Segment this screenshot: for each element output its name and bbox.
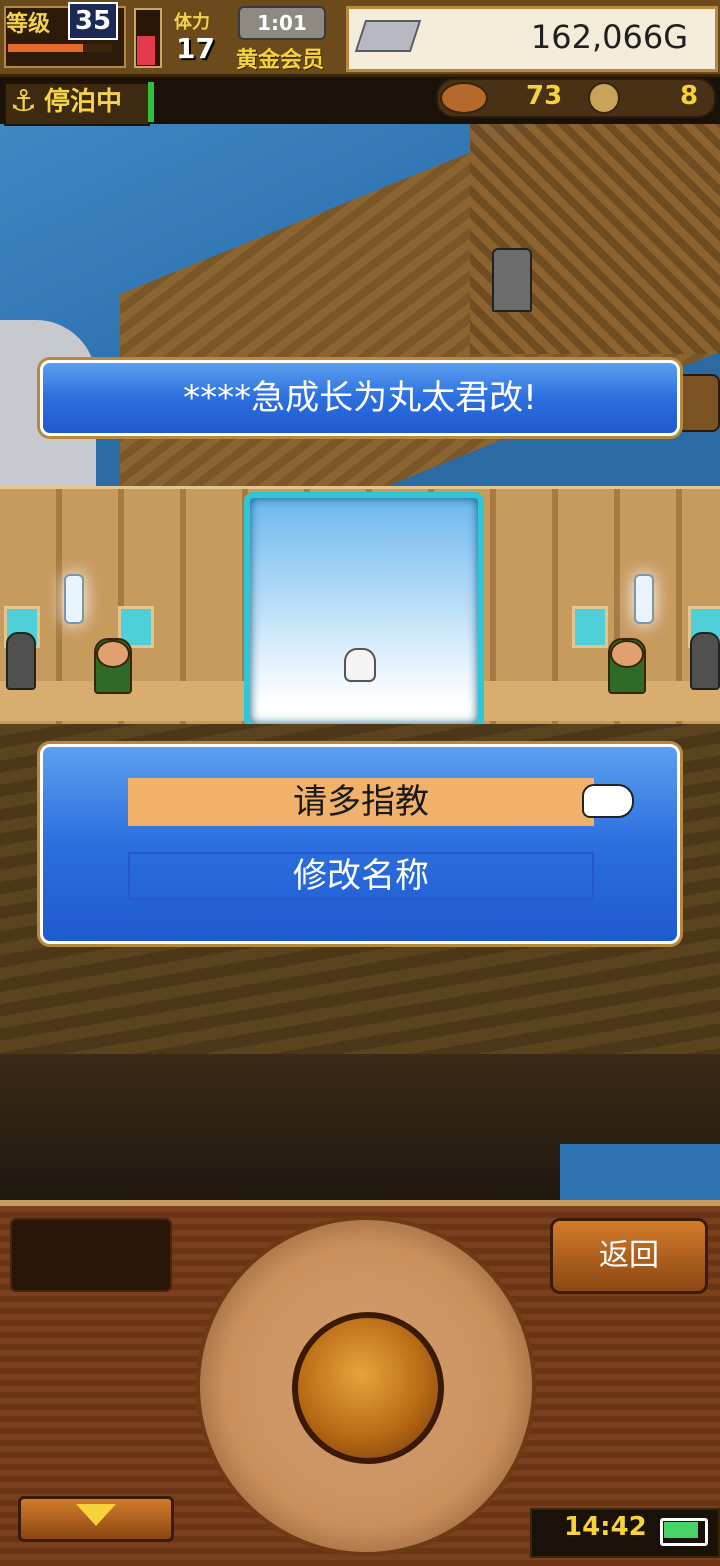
coin-icon <box>588 82 620 114</box>
sailor-sprite <box>492 248 532 312</box>
exp-bar-fill <box>8 44 83 52</box>
cabin-window <box>572 606 608 648</box>
choice-option-greet[interactable]: 请多指教 <box>128 778 594 826</box>
character-portrait <box>244 492 484 730</box>
stamina-label: 体力 <box>174 12 210 33</box>
resource2-value: 8 <box>680 81 699 111</box>
lamp-right <box>634 574 654 624</box>
choice-dialog <box>40 744 680 944</box>
hp-gauge-fill <box>137 36 155 65</box>
crew-member-left-head <box>96 640 130 668</box>
battery-fill <box>664 1522 698 1538</box>
back-button[interactable]: 返回 <box>550 1218 708 1294</box>
docked-label: 停泊中 <box>44 87 123 117</box>
hand-pointer-icon <box>582 784 634 818</box>
level-value: 35 <box>68 2 118 40</box>
choice-option-rename[interactable]: 修改名称 <box>128 852 594 900</box>
clock: 14:42 <box>564 1512 647 1542</box>
stamina-value: 17 <box>176 32 215 65</box>
cannon <box>690 632 720 690</box>
gold-value: 162,066G <box>530 18 688 56</box>
dpad-up[interactable] <box>332 1226 392 1286</box>
lamp-left <box>64 574 84 624</box>
ball-icon <box>440 82 488 114</box>
dpad-down[interactable] <box>332 1476 392 1536</box>
level-label: 等级 <box>6 12 51 37</box>
docked-indicator <box>148 82 154 122</box>
dpad-right[interactable] <box>458 1352 518 1412</box>
info-slot <box>10 1218 172 1292</box>
sea <box>560 1144 720 1200</box>
anchor-icon: ⚓ <box>10 84 37 119</box>
down-arrow-icon <box>76 1504 116 1526</box>
dpad-left[interactable] <box>206 1352 266 1412</box>
membership-label: 黄金会员 <box>236 48 325 73</box>
dpad-center-button[interactable] <box>292 1312 444 1464</box>
resource1-value: 73 <box>526 81 563 111</box>
barrel <box>676 374 720 432</box>
crew-member-right-head <box>610 640 644 668</box>
portrait-character <box>344 648 376 682</box>
deck-stairs <box>470 124 720 354</box>
cannon <box>6 632 36 690</box>
message-text: ****急成长为丸太君改! <box>183 378 537 418</box>
timer: 1:01 <box>238 6 326 40</box>
hp-gauge <box>134 8 162 68</box>
silver-bar-icon <box>354 20 422 52</box>
